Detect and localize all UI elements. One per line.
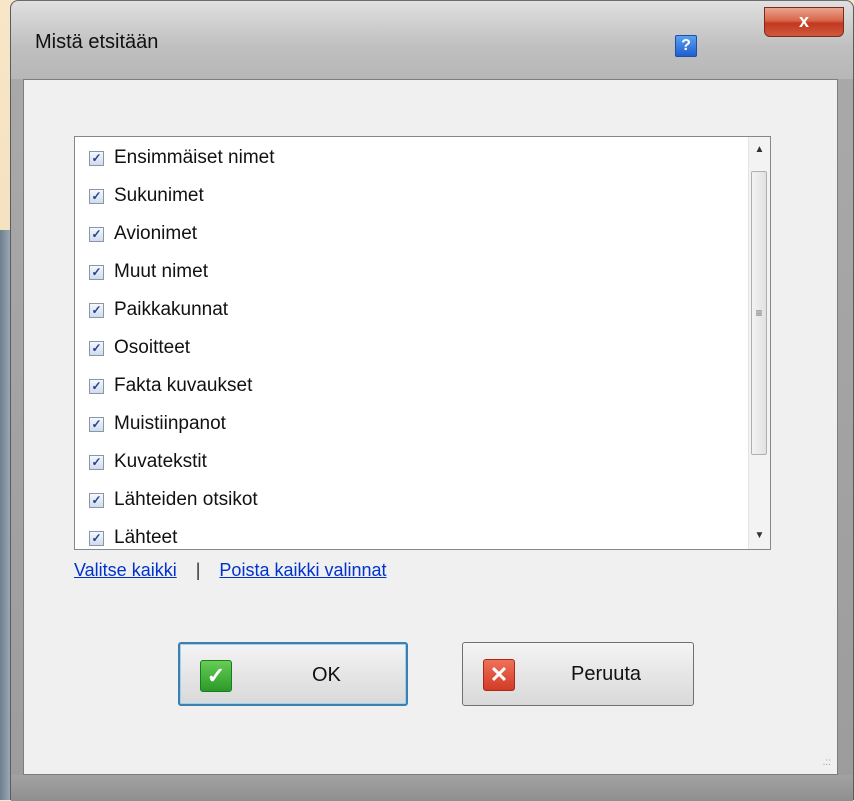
list-item-label: Fakta kuvaukset	[114, 375, 253, 396]
ok-button-label: OK	[312, 664, 341, 686]
cross-icon: ✕	[483, 659, 515, 691]
checkbox[interactable]: ✓	[89, 226, 104, 242]
checkbox[interactable]: ✓	[89, 302, 104, 318]
dialog-content: ✓ Ensimmäiset nimet ✓ Sukunimet ✓ Avionimet ✓ M…	[23, 79, 838, 775]
list-item-label: Lähteiden otsikot	[114, 489, 258, 510]
selection-links: Valitse kaikki | Poista kaikki valinnat	[74, 560, 387, 581]
list-item-label: Muut nimet	[114, 261, 208, 282]
list-item[interactable]: ✓ Lähteet	[89, 519, 178, 549]
desktop-background	[0, 230, 10, 800]
list-item[interactable]: ✓ Lähteiden otsikot	[89, 481, 258, 519]
list-item-label: Muistiinpanot	[114, 413, 226, 434]
close-button[interactable]: x	[764, 7, 844, 37]
cancel-button[interactable]: ✕ Peruuta	[462, 642, 694, 706]
ok-button[interactable]: ✓ OK	[178, 642, 408, 706]
checkbox[interactable]: ✓	[89, 530, 104, 546]
list-items: ✓ Ensimmäiset nimet ✓ Sukunimet ✓ Avionimet ✓ M…	[75, 137, 748, 549]
checkbox[interactable]: ✓	[89, 188, 104, 204]
clear-all-link[interactable]: Poista kaikki valinnat	[219, 560, 386, 580]
scroll-down-arrow-icon[interactable]: ▼	[749, 523, 770, 549]
search-fields-list[interactable]: ✓ Ensimmäiset nimet ✓ Sukunimet ✓ Avionimet ✓ M…	[74, 136, 771, 550]
resize-grip-icon[interactable]: .::	[823, 757, 831, 768]
list-item-label: Paikkakunnat	[114, 299, 229, 320]
title-bar[interactable]: Mistä etsitään ? x	[11, 1, 853, 79]
list-item-label: Osoitteet	[114, 337, 191, 358]
link-separator: |	[195, 560, 201, 580]
dialog-window: Mistä etsitään ? x ✓ Ensimmäiset nimet ✓ Su…	[10, 0, 854, 801]
checkbox[interactable]: ✓	[89, 492, 104, 508]
list-item[interactable]: ✓ Avionimet	[89, 215, 197, 253]
list-item[interactable]: ✓ Sukunimet	[89, 177, 204, 215]
checkmark-icon: ✓	[200, 660, 232, 692]
list-item[interactable]: ✓ Muut nimet	[89, 253, 208, 291]
list-item-label: Kuvatekstit	[114, 451, 207, 472]
list-item[interactable]: ✓ Ensimmäiset nimet	[89, 139, 275, 177]
help-button[interactable]: ?	[675, 35, 697, 57]
list-item-label: Ensimmäiset nimet	[114, 147, 275, 168]
cancel-button-label: Peruuta	[571, 663, 642, 685]
list-item-label: Sukunimet	[114, 185, 204, 206]
list-item[interactable]: ✓ Muistiinpanot	[89, 405, 226, 443]
select-all-link[interactable]: Valitse kaikki	[74, 560, 177, 580]
dialog-title: Mistä etsitään	[35, 31, 159, 53]
checkbox[interactable]: ✓	[89, 150, 104, 166]
scroll-up-arrow-icon[interactable]: ▲	[749, 137, 770, 163]
list-item-label: Lähteet	[114, 527, 178, 548]
list-item[interactable]: ✓ Fakta kuvaukset	[89, 367, 252, 405]
vertical-scrollbar[interactable]: ▲ ≡ ▼	[748, 137, 770, 549]
checkbox[interactable]: ✓	[89, 454, 104, 470]
checkbox[interactable]: ✓	[89, 416, 104, 432]
checkbox[interactable]: ✓	[89, 340, 104, 356]
scroll-thumb[interactable]: ≡	[751, 171, 767, 455]
checkbox[interactable]: ✓	[89, 378, 104, 394]
list-item[interactable]: ✓ Kuvatekstit	[89, 443, 207, 481]
list-item-label: Avionimet	[114, 223, 198, 244]
checkbox[interactable]: ✓	[89, 264, 104, 280]
scroll-grip-icon: ≡	[755, 306, 763, 320]
window-bottom-frame	[11, 775, 853, 801]
list-item[interactable]: ✓ Osoitteet	[89, 329, 190, 367]
list-item[interactable]: ✓ Paikkakunnat	[89, 291, 228, 329]
